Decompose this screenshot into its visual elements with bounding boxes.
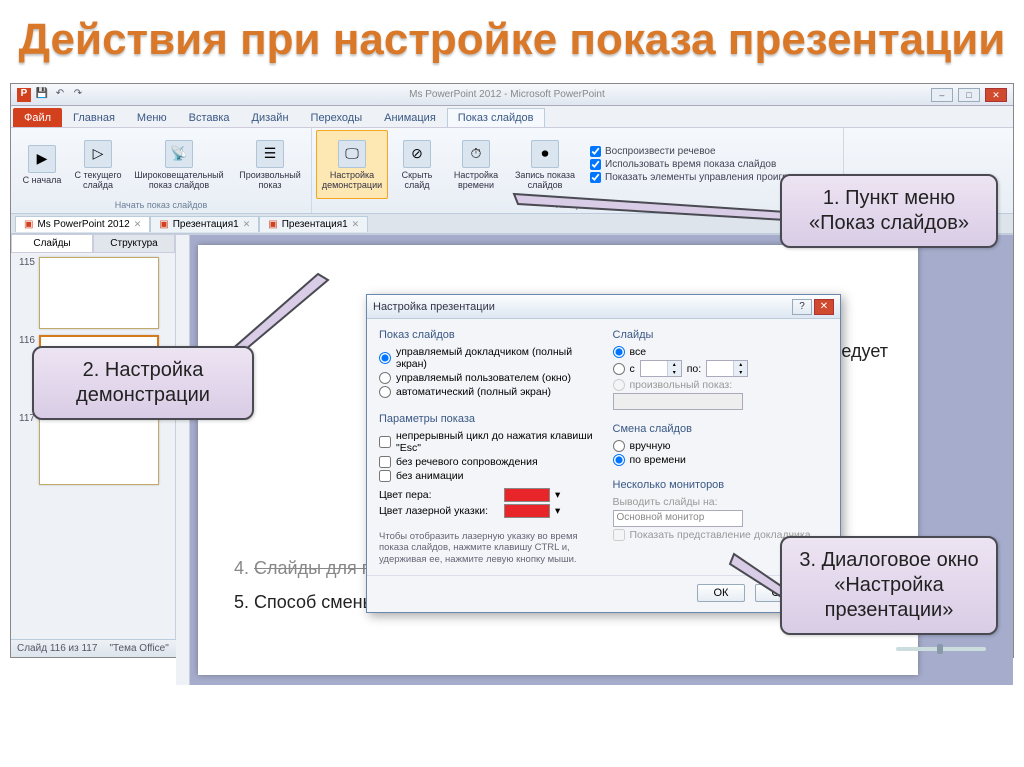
radio-timings[interactable]: по времени bbox=[613, 453, 829, 467]
ribbon-group-start: ▶С начала ▷С текущего слайда 📡Широковеща… bbox=[11, 128, 312, 213]
radio-speaker[interactable]: управляемый докладчиком (полный экран) bbox=[379, 345, 595, 371]
undo-icon[interactable]: ↶ bbox=[53, 88, 67, 102]
rehearse-button[interactable]: ⏱Настройка времени bbox=[446, 130, 506, 199]
broadcast-button[interactable]: 📡Широковещательный показ слайдов bbox=[127, 130, 231, 199]
radio-custom-show[interactable]: произвольный показ: bbox=[613, 378, 829, 392]
tab-insert[interactable]: Вставка bbox=[178, 108, 241, 127]
tab-transitions[interactable]: Переходы bbox=[300, 108, 374, 127]
callout-1: 1. Пункт меню «Показ слайдов» bbox=[780, 174, 998, 248]
group-monitors: Несколько мониторов Выводить слайды на: … bbox=[613, 479, 829, 542]
radio-all-slides[interactable]: все bbox=[613, 345, 829, 359]
broadcast-icon: 📡 bbox=[165, 140, 193, 168]
dialog-help-button[interactable]: ? bbox=[792, 299, 812, 315]
record-icon: ⏺ bbox=[531, 140, 559, 168]
label-pen-color: Цвет пера: bbox=[379, 489, 499, 501]
page-title: Действия при настройке показа презентаци… bbox=[0, 0, 1024, 75]
radio-kiosk[interactable]: автоматический (полный экран) bbox=[379, 385, 595, 399]
thumbnails: 115 116 117 bbox=[11, 253, 175, 639]
pp-icon: ▣ bbox=[159, 219, 168, 230]
chk-no-animation[interactable]: без анимации bbox=[379, 469, 595, 483]
radio-from-to[interactable] bbox=[613, 363, 625, 375]
chk-timings[interactable]: Использовать время показа слайдов bbox=[588, 158, 835, 171]
pen-color-swatch[interactable] bbox=[504, 488, 550, 502]
tab-slideshow[interactable]: Показ слайдов bbox=[447, 108, 545, 127]
spin-to[interactable]: ▴▾ bbox=[706, 360, 748, 377]
minimize-button[interactable]: – bbox=[931, 88, 953, 102]
maximize-button[interactable]: □ bbox=[958, 88, 980, 102]
custom-show-select bbox=[613, 393, 743, 410]
pane-tab-slides[interactable]: Слайды bbox=[11, 234, 93, 253]
thumb-115[interactable]: 115 bbox=[15, 257, 171, 329]
dialog-hint: Чтобы отобразить лазерную указку во врем… bbox=[379, 531, 595, 565]
close-button[interactable]: ✕ bbox=[985, 88, 1007, 102]
ribbon-tabs: Файл Главная Меню Вставка Дизайн Переход… bbox=[11, 106, 1013, 128]
chk-no-narration[interactable]: без речевого сопровождения bbox=[379, 455, 595, 469]
spin-from[interactable]: ▴▾ bbox=[640, 360, 682, 377]
radio-browsed-user[interactable]: управляемый пользователем (окно) bbox=[379, 371, 595, 385]
hide-icon: ⊘ bbox=[403, 140, 431, 168]
from-beginning-button[interactable]: ▶С начала bbox=[15, 130, 69, 199]
slides-pane: Слайды Структура 115 116 117 bbox=[11, 234, 176, 639]
vertical-ruler bbox=[176, 235, 190, 685]
group-show-options: Параметры показа непрерывный цикл до наж… bbox=[379, 413, 595, 519]
tab-animation[interactable]: Анимация bbox=[373, 108, 447, 127]
group-slides-range: Слайды все с ▴▾ по: ▴▾ произвольный пока… bbox=[613, 329, 829, 411]
clock-icon: ⏱ bbox=[462, 140, 490, 168]
chk-loop[interactable]: непрерывный цикл до нажатия клавиши "Esc… bbox=[379, 429, 595, 455]
laser-color-swatch[interactable] bbox=[504, 504, 550, 518]
doctab-2[interactable]: ▣Презентация1✕ bbox=[150, 216, 259, 232]
doctab-1[interactable]: ▣Ms PowerPoint 2012✕ bbox=[15, 216, 150, 232]
dialog-title: Настройка презентации bbox=[373, 301, 790, 313]
tab-home[interactable]: Главная bbox=[62, 108, 126, 127]
label-to: по: bbox=[687, 363, 701, 375]
pp-icon: ▣ bbox=[24, 219, 33, 230]
group-advance: Смена слайдов вручную по времени bbox=[613, 423, 829, 467]
monitor-select[interactable]: Основной монитор bbox=[613, 510, 743, 527]
app-icon: P bbox=[17, 88, 31, 102]
dropdown-icon[interactable]: ▾ bbox=[555, 505, 560, 517]
status-theme: "Тема Office" bbox=[109, 643, 168, 654]
callout-3: 3. Диалоговое окно «Настройка презентаци… bbox=[780, 536, 998, 635]
tab-design[interactable]: Дизайн bbox=[241, 108, 300, 127]
thumb-117[interactable]: 117 bbox=[15, 413, 171, 485]
quick-access-toolbar[interactable]: P 💾 ↶ ↷ bbox=[17, 88, 85, 102]
pp-icon: ▣ bbox=[268, 219, 277, 230]
custom-show-button[interactable]: ☰Произвольный показ bbox=[233, 130, 307, 199]
play-icon: ▶ bbox=[28, 145, 56, 173]
setup-slideshow-button[interactable]: 🖵Настройка демонстрации bbox=[316, 130, 388, 199]
close-icon[interactable]: ✕ bbox=[352, 219, 360, 230]
status-slide-number: Слайд 116 из 117 bbox=[17, 643, 97, 654]
hide-slide-button[interactable]: ⊘Скрыть слайд bbox=[390, 130, 444, 199]
zoom-slider[interactable] bbox=[896, 647, 986, 651]
group-label-start: Начать показ слайдов bbox=[15, 199, 307, 211]
dropdown-icon[interactable]: ▾ bbox=[555, 489, 560, 501]
setup-icon: 🖵 bbox=[338, 140, 366, 168]
pane-tab-outline[interactable]: Структура bbox=[93, 234, 175, 253]
close-icon[interactable]: ✕ bbox=[243, 219, 251, 230]
dialog-titlebar[interactable]: Настройка презентации ? ✕ bbox=[367, 295, 840, 319]
tab-file[interactable]: Файл bbox=[13, 108, 62, 127]
close-icon[interactable]: ✕ bbox=[134, 219, 142, 230]
chk-narration[interactable]: Воспроизвести речевое bbox=[588, 145, 835, 158]
label-from: с bbox=[630, 363, 635, 375]
play-current-icon: ▷ bbox=[84, 140, 112, 168]
label-laser-color: Цвет лазерной указки: bbox=[379, 505, 499, 517]
callout-2: 2. Настройка демонстрации bbox=[32, 346, 254, 420]
record-button[interactable]: ⏺Запись показа слайдов bbox=[508, 130, 582, 199]
callout-3-tail bbox=[728, 548, 788, 608]
window-title: Ms PowerPoint 2012 - Microsoft PowerPoin… bbox=[85, 89, 929, 100]
custom-show-icon: ☰ bbox=[256, 140, 284, 168]
label-display-on: Выводить слайды на: bbox=[613, 496, 718, 508]
window-titlebar: P 💾 ↶ ↷ Ms PowerPoint 2012 - Microsoft P… bbox=[11, 84, 1013, 106]
callout-1-tail bbox=[508, 190, 788, 240]
doctab-3[interactable]: ▣Презентация1✕ bbox=[259, 216, 368, 232]
from-current-button[interactable]: ▷С текущего слайда bbox=[71, 130, 125, 199]
dialog-close-button[interactable]: ✕ bbox=[814, 299, 834, 315]
tab-menu[interactable]: Меню bbox=[126, 108, 178, 127]
redo-icon[interactable]: ↷ bbox=[71, 88, 85, 102]
radio-manual[interactable]: вручную bbox=[613, 439, 829, 453]
window-buttons: – □ ✕ bbox=[929, 88, 1007, 102]
save-icon[interactable]: 💾 bbox=[35, 88, 49, 102]
group-show-type: Показ слайдов управляемый докладчиком (п… bbox=[379, 329, 595, 399]
